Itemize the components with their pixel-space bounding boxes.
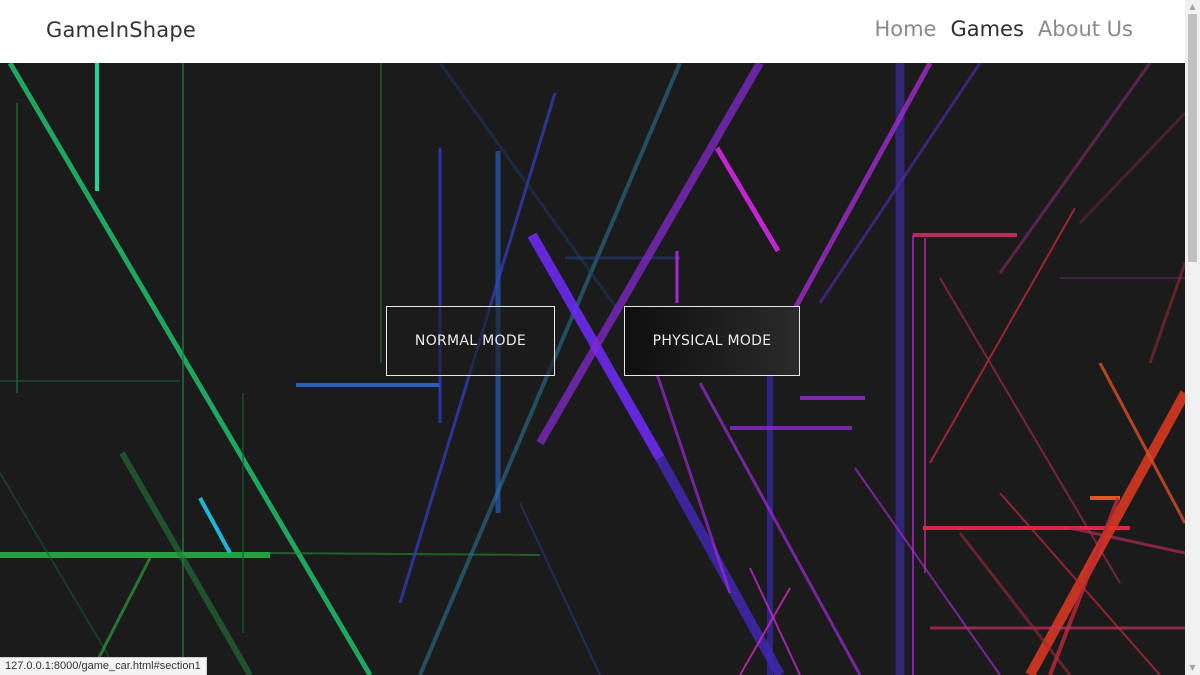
nav-link-games[interactable]: Games bbox=[950, 17, 1023, 41]
physical-mode-button[interactable]: PHYSICAL MODE bbox=[624, 306, 800, 376]
scroll-up-arrow-icon[interactable]: ▲ bbox=[1185, 0, 1200, 14]
normal-mode-button[interactable]: NORMAL MODE bbox=[386, 306, 555, 376]
hero-section: NORMAL MODE PHYSICAL MODE bbox=[0, 63, 1185, 675]
brand-logo[interactable]: GameInShape bbox=[46, 18, 196, 42]
decorative-lines-background bbox=[0, 63, 1185, 675]
nav-link-about-us[interactable]: About Us bbox=[1038, 17, 1133, 41]
nav-links: Home Games About Us bbox=[874, 17, 1133, 41]
navbar: GameInShape Home Games About Us bbox=[0, 0, 1185, 63]
nav-link-home[interactable]: Home bbox=[874, 17, 936, 41]
status-bar-url: 127.0.0.1:8000/game_car.html#section1 bbox=[0, 657, 207, 675]
scroll-down-arrow-icon[interactable]: ▼ bbox=[1185, 661, 1200, 675]
scrollbar-thumb[interactable] bbox=[1188, 14, 1197, 262]
vertical-scrollbar[interactable]: ▲ ▼ bbox=[1185, 0, 1200, 675]
